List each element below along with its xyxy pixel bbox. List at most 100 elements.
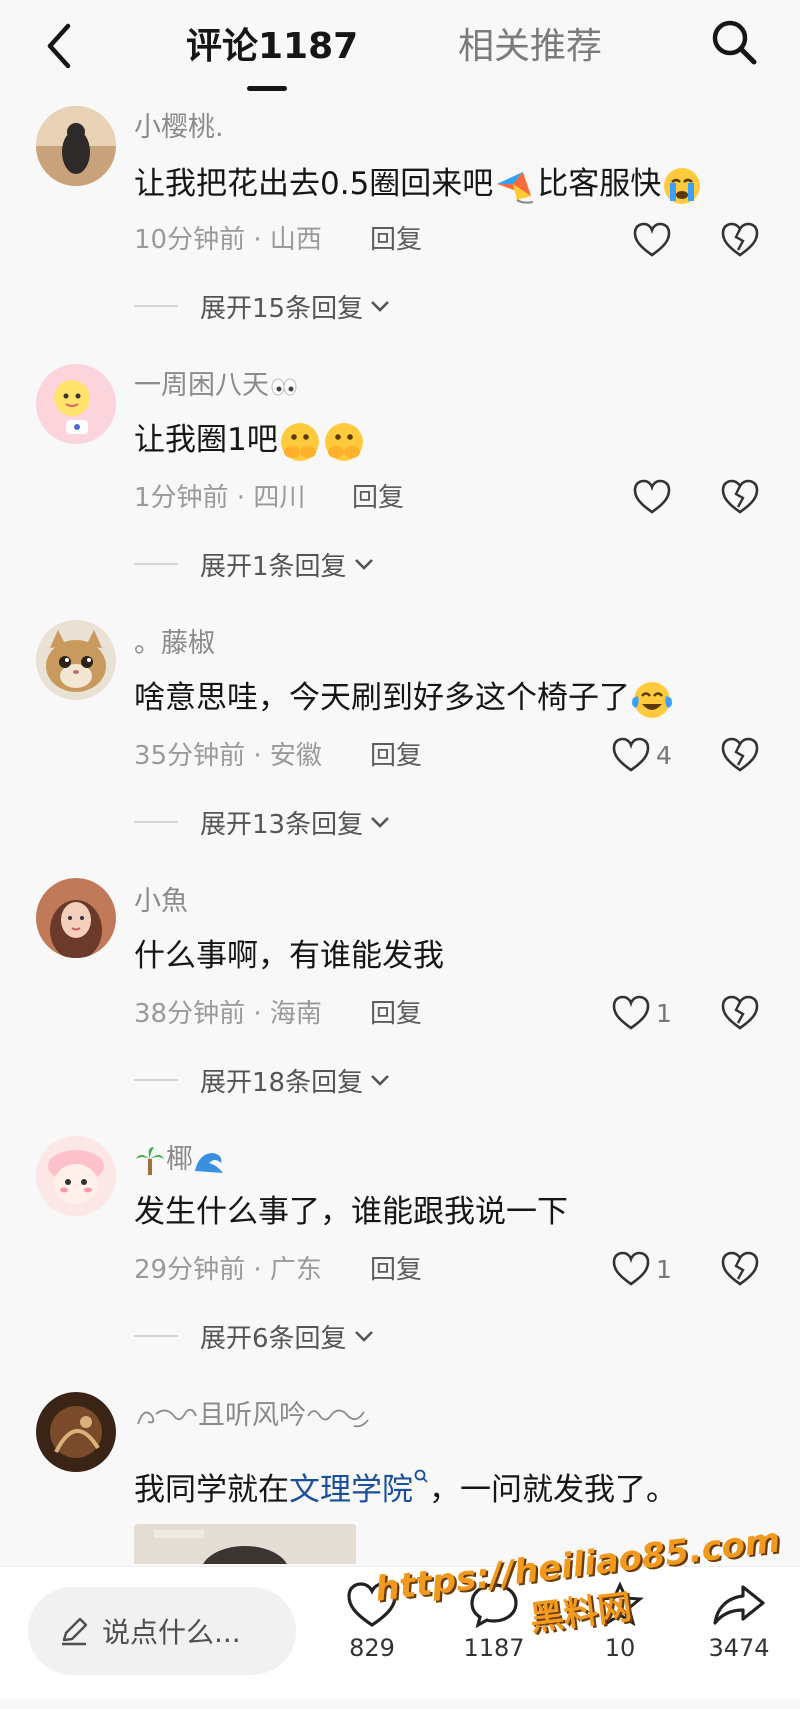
like-button[interactable] bbox=[633, 220, 671, 260]
comment-text: 让我把花出去0.5圈回来吧 比客服快 bbox=[134, 162, 703, 207]
like-count: 829 bbox=[349, 1634, 395, 1662]
avatar[interactable] bbox=[36, 1136, 116, 1216]
pencil-icon bbox=[62, 1617, 88, 1646]
crying-emoji bbox=[664, 167, 701, 204]
like-count: 4 bbox=[656, 740, 672, 770]
comment-username[interactable]: 小魚 bbox=[134, 884, 188, 920]
comment-text-part: ，一问就发我了。 bbox=[429, 1472, 677, 1508]
comment-text-part: 啥意思哇，今天刷到好多这个椅子了 bbox=[134, 680, 630, 716]
comment-meta: 35分钟前 · 安徽 bbox=[134, 741, 322, 771]
broken-heart-icon[interactable] bbox=[720, 1249, 760, 1289]
share-arrow-icon bbox=[713, 1585, 765, 1625]
comment-action[interactable]: 1187 bbox=[439, 1581, 549, 1663]
expand-replies[interactable]: 展开6条回复 bbox=[134, 1318, 375, 1354]
like-action[interactable]: 829 bbox=[317, 1581, 427, 1663]
tears-of-joy-emoji bbox=[632, 681, 672, 718]
comment-text-part: 让我把花出去0.5圈回来吧 bbox=[134, 166, 494, 202]
peeking-face-emoji bbox=[324, 422, 363, 461]
username-text: 且听风吟 bbox=[198, 1400, 306, 1431]
avatar[interactable] bbox=[36, 106, 116, 186]
avatar[interactable] bbox=[36, 364, 116, 444]
keyword-link[interactable]: 文理学院 bbox=[289, 1472, 413, 1508]
comment-username[interactable]: 一周困八天 bbox=[134, 368, 299, 404]
like-button[interactable]: 1 bbox=[612, 1249, 672, 1289]
chevron-down-icon bbox=[354, 559, 373, 570]
comment-count: 1187 bbox=[463, 1634, 525, 1662]
expand-divider bbox=[134, 1335, 178, 1337]
bottom-action-bar: 说点什么... 829 1187 10 3474 bbox=[0, 1566, 800, 1699]
expand-divider bbox=[134, 305, 178, 307]
comment-meta: 29分钟前 · 广东 bbox=[134, 1255, 322, 1285]
reply-button[interactable]: 回复 bbox=[370, 738, 422, 774]
comment-username[interactable]: 且听风吟 bbox=[134, 1398, 370, 1434]
expand-divider bbox=[134, 563, 178, 565]
avatar[interactable] bbox=[36, 1392, 116, 1472]
reply-button[interactable]: 回复 bbox=[370, 1252, 422, 1288]
comment-meta: 1分钟前 · 四川 bbox=[134, 483, 306, 513]
comment-username[interactable]: 椰 bbox=[134, 1142, 225, 1178]
like-button[interactable]: 4 bbox=[612, 735, 672, 775]
expand-replies[interactable]: 展开15条回复 bbox=[134, 288, 391, 324]
comment-image-thumbnail[interactable] bbox=[134, 1524, 356, 1564]
broken-heart-icon[interactable] bbox=[720, 220, 760, 260]
ornament-glyph bbox=[137, 1408, 197, 1424]
comment-text-part: 我同学就在 bbox=[134, 1472, 289, 1508]
palm-tree-emoji bbox=[136, 1146, 164, 1175]
share-count: 3474 bbox=[708, 1634, 770, 1662]
comment-input[interactable]: 说点什么... bbox=[28, 1587, 296, 1675]
share-action[interactable]: 3474 bbox=[684, 1581, 794, 1663]
comment-bubble-icon bbox=[470, 1583, 518, 1629]
comment-text: 发生什么事了，谁能跟我说一下 bbox=[134, 1194, 568, 1230]
username-text: 椰 bbox=[166, 1144, 193, 1175]
heart-icon bbox=[633, 222, 671, 257]
tab-related[interactable]: 相关推荐 bbox=[458, 22, 602, 72]
expand-replies-label: 展开6条回复 bbox=[200, 1323, 347, 1354]
reply-button[interactable]: 回复 bbox=[370, 222, 422, 258]
peeking-face-emoji bbox=[280, 422, 319, 461]
expand-replies[interactable]: 展开13条回复 bbox=[134, 804, 391, 840]
comment-meta: 10分钟前 · 山西 bbox=[134, 225, 322, 255]
expand-replies-label: 展开18条回复 bbox=[200, 1067, 364, 1098]
heart-icon bbox=[347, 1582, 397, 1627]
expand-replies[interactable]: 展开1条回复 bbox=[134, 546, 375, 582]
search-icon[interactable] bbox=[708, 16, 760, 68]
heart-icon bbox=[633, 479, 671, 514]
broken-heart-icon[interactable] bbox=[720, 477, 760, 517]
expand-replies[interactable]: 展开18条回复 bbox=[134, 1062, 391, 1098]
like-count: 1 bbox=[656, 1254, 672, 1284]
broken-heart-icon[interactable] bbox=[720, 735, 760, 775]
avatar[interactable] bbox=[36, 620, 116, 700]
comment-input-placeholder: 说点什么... bbox=[102, 1616, 241, 1649]
chevron-down-icon bbox=[371, 301, 390, 312]
header-bar: 评论1187 相关推荐 bbox=[0, 0, 800, 92]
search-icon[interactable] bbox=[413, 1468, 429, 1488]
expand-replies-label: 展开13条回复 bbox=[200, 809, 364, 840]
active-tab-indicator bbox=[247, 86, 287, 91]
chevron-down-icon bbox=[371, 817, 390, 828]
tab-comments[interactable]: 评论1187 bbox=[186, 22, 358, 72]
expand-replies-label: 展开15条回复 bbox=[200, 293, 364, 324]
like-button[interactable]: 1 bbox=[612, 993, 672, 1033]
star-icon bbox=[596, 1581, 644, 1627]
heart-icon bbox=[612, 1251, 650, 1286]
heart-icon bbox=[612, 737, 650, 772]
wave-emoji bbox=[195, 1152, 223, 1173]
chevron-down-icon bbox=[371, 1075, 390, 1086]
reply-button[interactable]: 回复 bbox=[352, 480, 404, 516]
broken-heart-icon[interactable] bbox=[720, 993, 760, 1033]
comment-text: 啥意思哇，今天刷到好多这个椅子了 bbox=[134, 676, 674, 722]
reply-button[interactable]: 回复 bbox=[370, 996, 422, 1032]
comment-text-part: 让我圈1吧 bbox=[134, 422, 278, 458]
comment-text-part: 比客服快 bbox=[537, 166, 662, 202]
like-count: 1 bbox=[656, 998, 672, 1028]
comment-username[interactable]: 。藤椒 bbox=[134, 626, 215, 662]
heart-icon bbox=[612, 995, 650, 1030]
collect-action[interactable]: 10 bbox=[565, 1581, 675, 1663]
like-button[interactable] bbox=[633, 477, 671, 517]
comment-text: 让我圈1吧 bbox=[134, 418, 366, 464]
back-arrow-icon[interactable] bbox=[40, 20, 80, 72]
avatar[interactable] bbox=[36, 878, 116, 958]
collect-count: 10 bbox=[604, 1634, 636, 1662]
comment-username[interactable]: 小樱桃. bbox=[134, 110, 224, 146]
comment-text: 什么事啊，有谁能发我 bbox=[134, 938, 444, 974]
